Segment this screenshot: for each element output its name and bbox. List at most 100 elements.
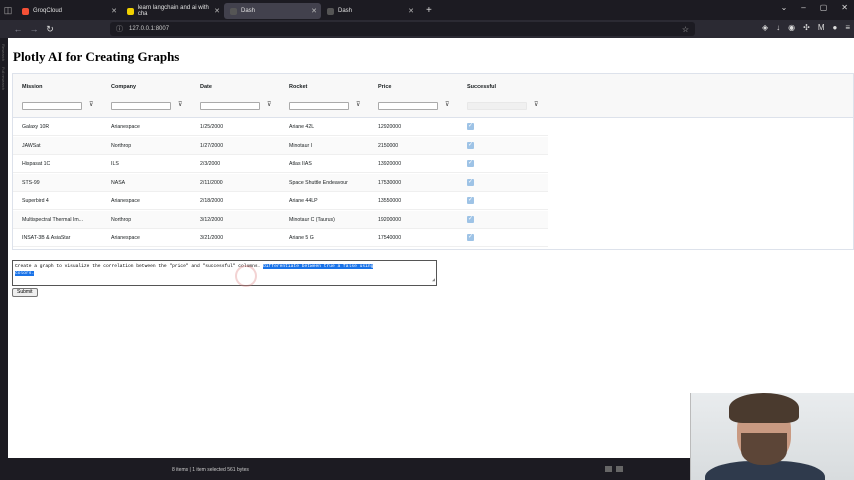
tab-dash[interactable]: Dash ✕ <box>321 3 418 19</box>
tab-label: Dash <box>241 8 256 14</box>
click-indicator <box>235 265 257 287</box>
maximize-icon[interactable]: ▢ <box>820 3 828 12</box>
filter-input-date[interactable] <box>200 102 260 110</box>
browser-sidebar: Research Full research <box>0 38 8 460</box>
cell-rocket: Ariane 42L <box>289 124 315 130</box>
checkbox-successful[interactable]: ✓ <box>467 197 474 204</box>
cell-date: 3/21/2000 <box>200 235 224 241</box>
close-icon[interactable]: ✕ <box>111 7 117 15</box>
tab-learn-langchain[interactable]: learn langchain and ai with cha ✕ <box>121 3 224 19</box>
minimize-icon[interactable]: – <box>801 3 805 12</box>
table-row[interactable]: JAWSat Northrop 1/27/2000 Minotaur I 215… <box>13 136 548 155</box>
column-header-mission[interactable]: Mission <box>22 84 42 90</box>
cell-mission: INSAT-3B & AsiaStar <box>22 235 71 241</box>
checkbox-successful[interactable]: ✓ <box>467 215 474 223</box>
cell-rocket: Minotaur I <box>289 142 313 149</box>
checkbox-successful[interactable]: ✓ <box>467 178 474 186</box>
groqcloud-favicon-icon <box>22 7 29 15</box>
firefox-view-icon[interactable]: ◫ <box>0 5 16 16</box>
table-row[interactable]: INSAT-3B & AsiaStar Arianespace 3/21/200… <box>13 229 548 247</box>
sidebar-item[interactable]: Full research <box>1 67 6 90</box>
cell-company: Arianespace <box>111 124 140 130</box>
table-row[interactable]: Multispectral Thermal Im... Northrop 3/1… <box>13 210 548 229</box>
person-hair <box>729 393 799 423</box>
bookmark-star-icon[interactable]: ☆ <box>682 25 689 34</box>
filter-icon[interactable]: ⊽ <box>534 101 538 108</box>
menu-icon[interactable]: ≡ <box>845 23 850 32</box>
column-header-rocket[interactable]: Rocket <box>289 84 307 90</box>
tab-label: GroqCloud <box>33 8 63 14</box>
dash-favicon-icon <box>327 7 334 15</box>
sidebar-item[interactable]: Research <box>1 44 6 61</box>
cell-mission: JAWSat <box>22 142 41 149</box>
checkbox-successful[interactable]: ✓ <box>467 123 474 130</box>
pocket-icon[interactable]: ◈ <box>762 23 768 32</box>
grid-view-icon[interactable] <box>616 466 623 472</box>
submit-button[interactable]: Submit <box>12 288 38 297</box>
filter-icon[interactable]: ⊽ <box>89 101 93 108</box>
filter-input-price[interactable] <box>378 102 438 110</box>
tab-dash-active[interactable]: Dash ✕ <box>224 3 321 19</box>
download-icon[interactable]: ↓ <box>776 23 780 32</box>
table-row[interactable]: Galaxy 10R Arianespace 1/25/2000 Ariane … <box>13 118 548 136</box>
close-window-icon[interactable]: ✕ <box>841 3 848 12</box>
column-header-price[interactable]: Price <box>378 84 391 90</box>
resize-grip-icon[interactable]: ◢ <box>432 277 435 284</box>
cell-date: 2/18/2000 <box>200 198 224 204</box>
list-all-tabs-icon[interactable]: ⌄ <box>781 3 788 12</box>
cell-rocket: Atlas IIAS <box>289 161 312 167</box>
cell-mission: Superbird 4 <box>22 198 49 204</box>
table-row[interactable]: STS-99 NASA 2/11/2000 Space Shuttle Ende… <box>13 173 548 192</box>
back-arrow-icon[interactable]: ← <box>10 24 26 34</box>
cell-date: 2/3/2000 <box>200 161 221 167</box>
url-bar[interactable]: ⓘ 127.0.0.1:8007 ☆ <box>110 22 695 36</box>
bookmark-favicon-icon <box>127 7 134 15</box>
filter-icon[interactable]: ⊽ <box>445 101 449 108</box>
cell-date: 1/25/2000 <box>200 124 224 130</box>
filter-icon[interactable]: ⊽ <box>178 101 182 108</box>
forward-arrow-icon[interactable]: → <box>26 24 42 34</box>
list-view-icon[interactable] <box>605 466 612 472</box>
cell-company: NASA <box>111 179 126 186</box>
view-toggle <box>605 466 623 472</box>
close-icon[interactable]: ✕ <box>311 7 317 15</box>
column-header-successful[interactable]: Successful <box>467 84 496 90</box>
tab-groqcloud[interactable]: GroqCloud ✕ <box>16 3 121 19</box>
filter-input-rocket[interactable] <box>289 102 349 110</box>
cell-company: Arianespace <box>111 235 140 241</box>
close-icon[interactable]: ✕ <box>408 7 414 15</box>
checkbox-successful[interactable]: ✓ <box>467 160 474 167</box>
filter-input-mission[interactable] <box>22 102 82 110</box>
data-grid: Mission Company Date Rocket Price Succes… <box>12 73 854 250</box>
reload-icon[interactable]: ↻ <box>42 24 58 35</box>
cell-price: 13550000 <box>378 198 402 204</box>
extensions-puzzle-icon[interactable]: ✣ <box>803 23 810 32</box>
prompt-textarea[interactable]: Create a graph to visualize the correlat… <box>12 260 437 286</box>
filter-input-company[interactable] <box>111 102 171 110</box>
cell-company: Arianespace <box>111 198 140 204</box>
table-row[interactable]: Superbird 4 Arianespace 2/18/2000 Ariane… <box>13 192 548 210</box>
status-text: 8 items | 1 item selected 561 bytes <box>172 467 249 473</box>
prompt-selected-text-2: colors. <box>15 271 35 276</box>
cell-company: Northrop <box>111 142 132 149</box>
account-icon[interactable]: ● <box>832 23 837 32</box>
cell-rocket: Ariane 44LP <box>289 198 318 204</box>
column-header-company[interactable]: Company <box>111 84 136 90</box>
checkbox-successful[interactable]: ✓ <box>467 234 474 241</box>
cell-company: Northrop <box>111 216 132 223</box>
table-row[interactable]: Hispasat 1C ILS 2/3/2000 Atlas IIAS 1392… <box>13 155 548 173</box>
page-title: Plotly AI for Creating Graphs <box>13 49 180 64</box>
cell-price: 12920000 <box>378 124 402 130</box>
close-icon[interactable]: ✕ <box>214 7 220 15</box>
new-tab-plus-icon[interactable]: + <box>426 5 432 16</box>
checkbox-successful[interactable]: ✓ <box>467 141 474 149</box>
site-info-icon[interactable]: ⓘ <box>116 24 123 34</box>
browser-tab-bar: ◫ GroqCloud ✕ learn langchain and ai wit… <box>0 0 854 20</box>
person-beard <box>741 433 787 465</box>
cell-date: 3/12/2000 <box>200 216 224 223</box>
extension-icon[interactable]: ◉ <box>788 23 795 32</box>
gmail-icon[interactable]: M <box>818 23 825 32</box>
filter-icon[interactable]: ⊽ <box>356 101 360 108</box>
column-header-date[interactable]: Date <box>200 84 212 90</box>
filter-icon[interactable]: ⊽ <box>267 101 271 108</box>
